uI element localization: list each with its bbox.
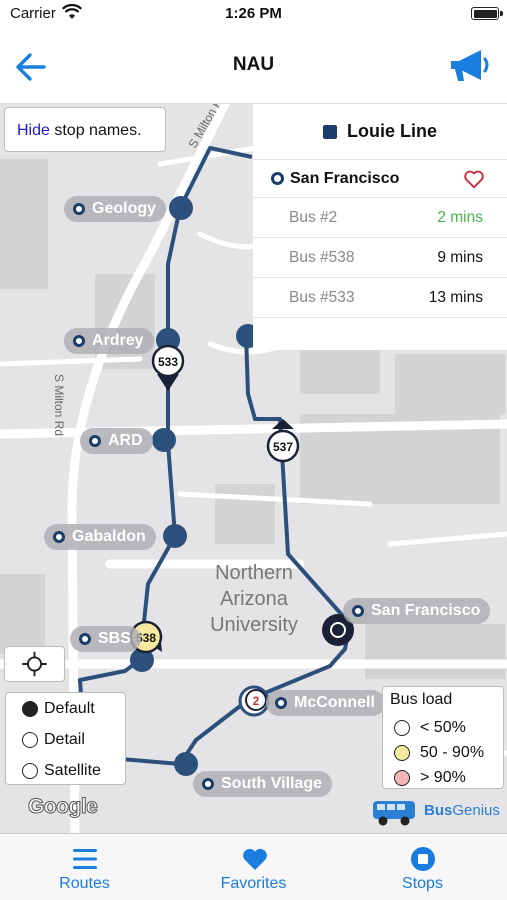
stop-label-south-village[interactable]: South Village <box>193 771 333 797</box>
radio-selected-icon <box>22 700 38 717</box>
arrival-bus: Bus #538 <box>289 248 355 266</box>
heart-icon <box>243 848 267 870</box>
stop-label-mcconnell[interactable]: McConnell <box>266 690 385 716</box>
map-type-selector: Default Detail Satellite <box>5 692 126 785</box>
map-view[interactable]: S Milton Rd S Milton R Northern Arizona … <box>0 104 507 833</box>
bus-load-level: 50 - 90% <box>390 740 503 765</box>
stop-icon <box>411 847 435 871</box>
load-dot-icon <box>394 744 410 761</box>
arrival-row[interactable]: Bus #533 13 mins <box>253 278 507 318</box>
arrival-row[interactable]: Bus #2 2 mins <box>253 198 507 238</box>
arrival-bus: Bus #533 <box>289 288 355 306</box>
bus-load-title: Bus load <box>390 691 453 708</box>
stop-icon <box>271 172 284 185</box>
stop-label-gabaldon[interactable]: Gabaldon <box>44 524 156 550</box>
street-label: S Milton Rd <box>52 374 66 436</box>
stop-icon <box>202 778 214 790</box>
bus-pin-533[interactable]: 533 <box>151 344 185 391</box>
bus-load-level: > 90% <box>390 765 503 790</box>
svg-text:537: 537 <box>273 440 293 454</box>
map-type-detail[interactable]: Detail <box>6 724 125 755</box>
map-type-satellite[interactable]: Satellite <box>6 755 125 786</box>
clock: 1:26 PM <box>225 5 282 22</box>
hide-stop-names-button[interactable]: Hide stop names. <box>4 107 166 152</box>
radio-icon <box>22 731 38 748</box>
stop-marker <box>174 752 198 776</box>
bus-load-legend: Bus load < 50% 50 - 90% > 90% <box>382 686 504 789</box>
list-icon <box>73 849 97 869</box>
bus-load-level: < 50% <box>390 715 503 740</box>
stop-marker <box>152 428 176 452</box>
bus-logo-icon <box>373 801 415 826</box>
busgenius-logo: BusGenius <box>370 798 506 828</box>
map-type-default[interactable]: Default <box>6 693 125 724</box>
tab-routes[interactable]: Routes <box>0 834 169 900</box>
stop-marker <box>169 196 193 220</box>
status-bar: Carrier 1:26 PM <box>0 0 507 30</box>
stop-label-geology[interactable]: Geology <box>64 196 167 222</box>
arrival-eta: 13 mins <box>428 288 483 306</box>
stop-label-ardrey[interactable]: Ardrey <box>64 328 154 354</box>
svg-text:2: 2 <box>253 694 260 708</box>
favorite-heart-icon[interactable] <box>463 168 485 190</box>
load-dot-icon <box>394 769 410 786</box>
stop-icon <box>73 203 85 215</box>
line-name: Louie Line <box>347 121 437 141</box>
megaphone-icon[interactable] <box>447 46 491 86</box>
locate-me-button[interactable] <box>4 646 65 682</box>
stop-icon <box>352 605 364 617</box>
arrivals-panel: Louie Line San Francisco Bus #2 2 mins B… <box>253 104 507 350</box>
tab-label: Routes <box>59 875 110 892</box>
stop-icon <box>79 633 91 645</box>
selected-stop-row[interactable]: San Francisco <box>253 160 507 198</box>
stop-icon <box>89 435 101 447</box>
arrival-eta: 9 mins <box>437 248 483 266</box>
tab-label: Stops <box>402 875 443 892</box>
load-dot-icon <box>394 719 410 736</box>
tab-favorites[interactable]: Favorites <box>169 834 338 900</box>
svg-text:533: 533 <box>158 355 178 369</box>
radio-icon <box>22 762 38 779</box>
brand-name: BusGenius <box>424 802 500 819</box>
arrival-bus: Bus #2 <box>289 208 338 226</box>
tab-bar: Routes Favorites Stops <box>0 833 507 900</box>
line-header[interactable]: Louie Line <box>253 104 507 160</box>
stop-icon <box>53 531 65 543</box>
stop-label-san-francisco[interactable]: San Francisco <box>343 598 491 624</box>
nav-bar: NAU <box>0 30 507 104</box>
google-attribution: Google <box>27 795 98 819</box>
battery-icon <box>471 7 503 20</box>
bus-pin-2[interactable]: 2 <box>245 689 267 711</box>
stop-label-ard[interactable]: ARD <box>80 428 153 454</box>
campus-label: Northern <box>215 562 293 584</box>
selected-stop-name: San Francisco <box>290 169 400 187</box>
stop-icon <box>275 697 287 709</box>
arrival-row[interactable]: Bus #538 9 mins <box>253 238 507 278</box>
stop-label-sbs[interactable]: SBS <box>70 626 141 652</box>
tab-stops[interactable]: Stops <box>338 834 507 900</box>
campus-label: Arizona <box>220 588 289 610</box>
tab-label: Favorites <box>220 875 287 892</box>
stop-icon <box>73 335 85 347</box>
page-title: NAU <box>232 54 275 75</box>
stop-marker <box>163 524 187 548</box>
arrival-eta: 2 mins <box>437 208 483 226</box>
campus-label: University <box>210 614 298 636</box>
line-color-swatch <box>323 124 337 139</box>
